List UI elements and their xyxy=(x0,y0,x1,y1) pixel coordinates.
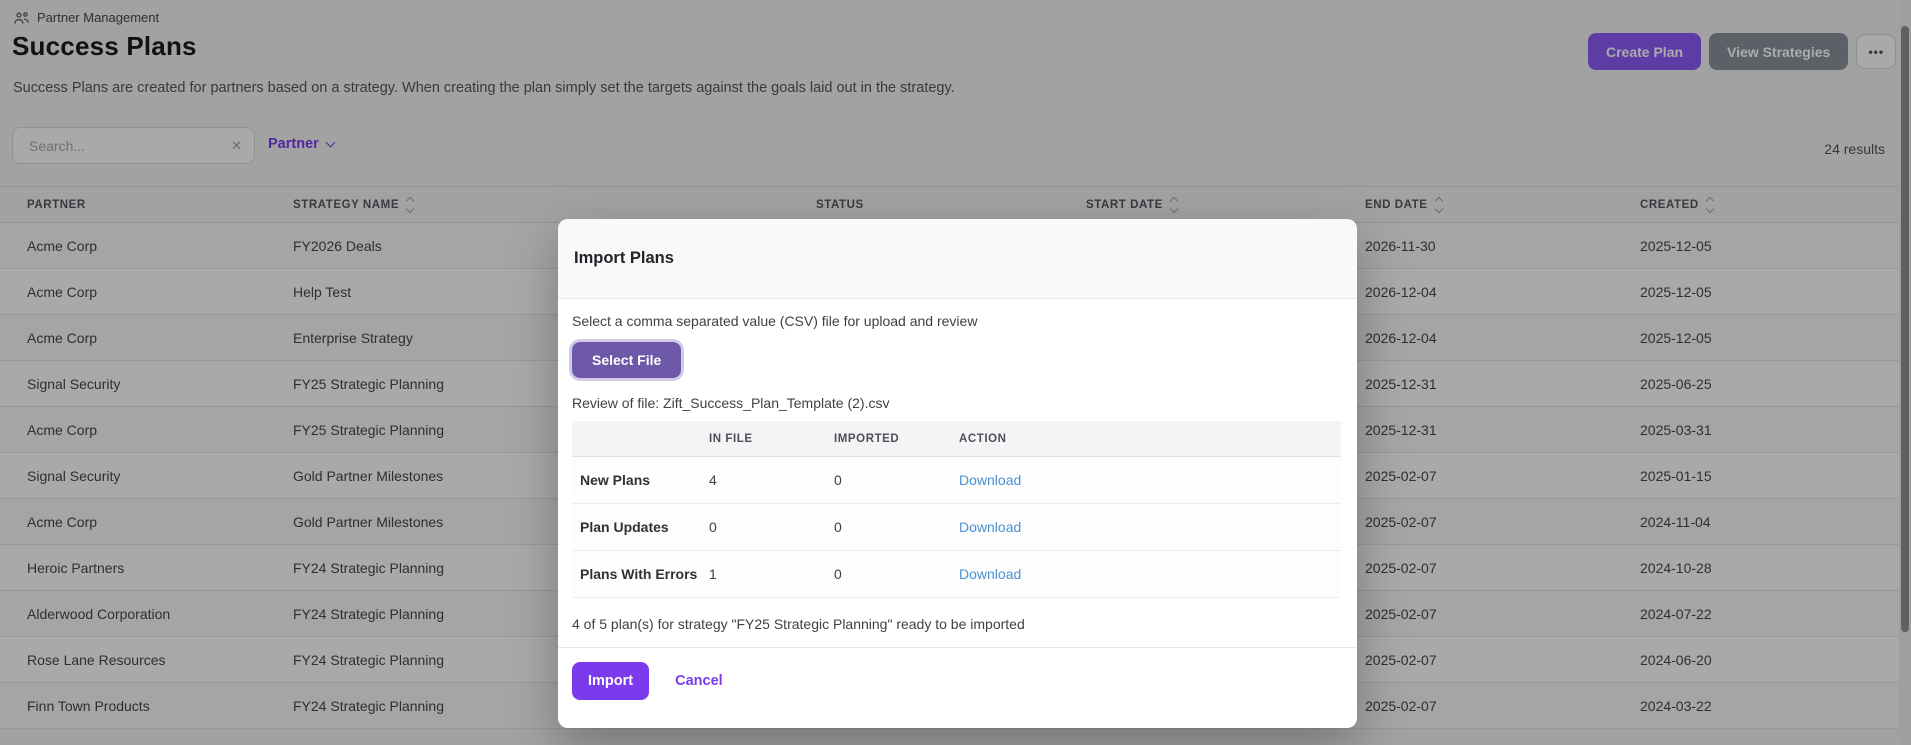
imported-value: 0 xyxy=(834,566,842,582)
review-col-action: ACTION xyxy=(959,432,1007,445)
row-label: New Plans xyxy=(580,472,651,488)
modal-header: Import Plans xyxy=(558,219,1357,299)
imported-value: 0 xyxy=(834,472,842,488)
row-label: Plans With Errors xyxy=(580,566,698,582)
download-link[interactable]: Download xyxy=(959,472,1341,488)
review-row-plan-updates: Plan Updates 0 0 Download xyxy=(572,504,1341,551)
success-plans-page: Partner Management Success Plans Success… xyxy=(0,0,1911,745)
review-col-imported: IMPORTED xyxy=(834,432,900,445)
review-row-new-plans: New Plans 4 0 Download xyxy=(572,457,1341,504)
import-plans-modal: Import Plans Select a comma separated va… xyxy=(558,219,1357,728)
download-link[interactable]: Download xyxy=(959,566,1341,582)
in-file-value: 1 xyxy=(709,566,717,582)
review-table: IN FILE IMPORTED ACTION New Plans 4 0 Do… xyxy=(572,421,1341,598)
review-file-label: Review of file: Zift_Success_Plan_Templa… xyxy=(572,395,890,411)
import-summary: 4 of 5 plan(s) for strategy "FY25 Strate… xyxy=(572,616,1025,632)
in-file-value: 4 xyxy=(709,472,717,488)
modal-title: Import Plans xyxy=(574,249,674,267)
imported-value: 0 xyxy=(834,519,842,535)
in-file-value: 0 xyxy=(709,519,717,535)
cancel-button[interactable]: Cancel xyxy=(675,673,723,689)
import-button[interactable]: Import xyxy=(572,662,650,700)
select-file-button[interactable]: Select File xyxy=(572,342,682,378)
row-label: Plan Updates xyxy=(580,519,669,535)
modal-instruction: Select a comma separated value (CSV) fil… xyxy=(572,313,978,329)
download-link[interactable]: Download xyxy=(959,519,1341,535)
modal-footer: Import Cancel xyxy=(572,648,1341,700)
review-table-header: IN FILE IMPORTED ACTION xyxy=(572,421,1341,457)
modal-body: Select a comma separated value (CSV) fil… xyxy=(558,313,1357,700)
review-row-plans-with-errors: Plans With Errors 1 0 Download xyxy=(572,551,1341,598)
review-col-in-file: IN FILE xyxy=(709,432,753,445)
